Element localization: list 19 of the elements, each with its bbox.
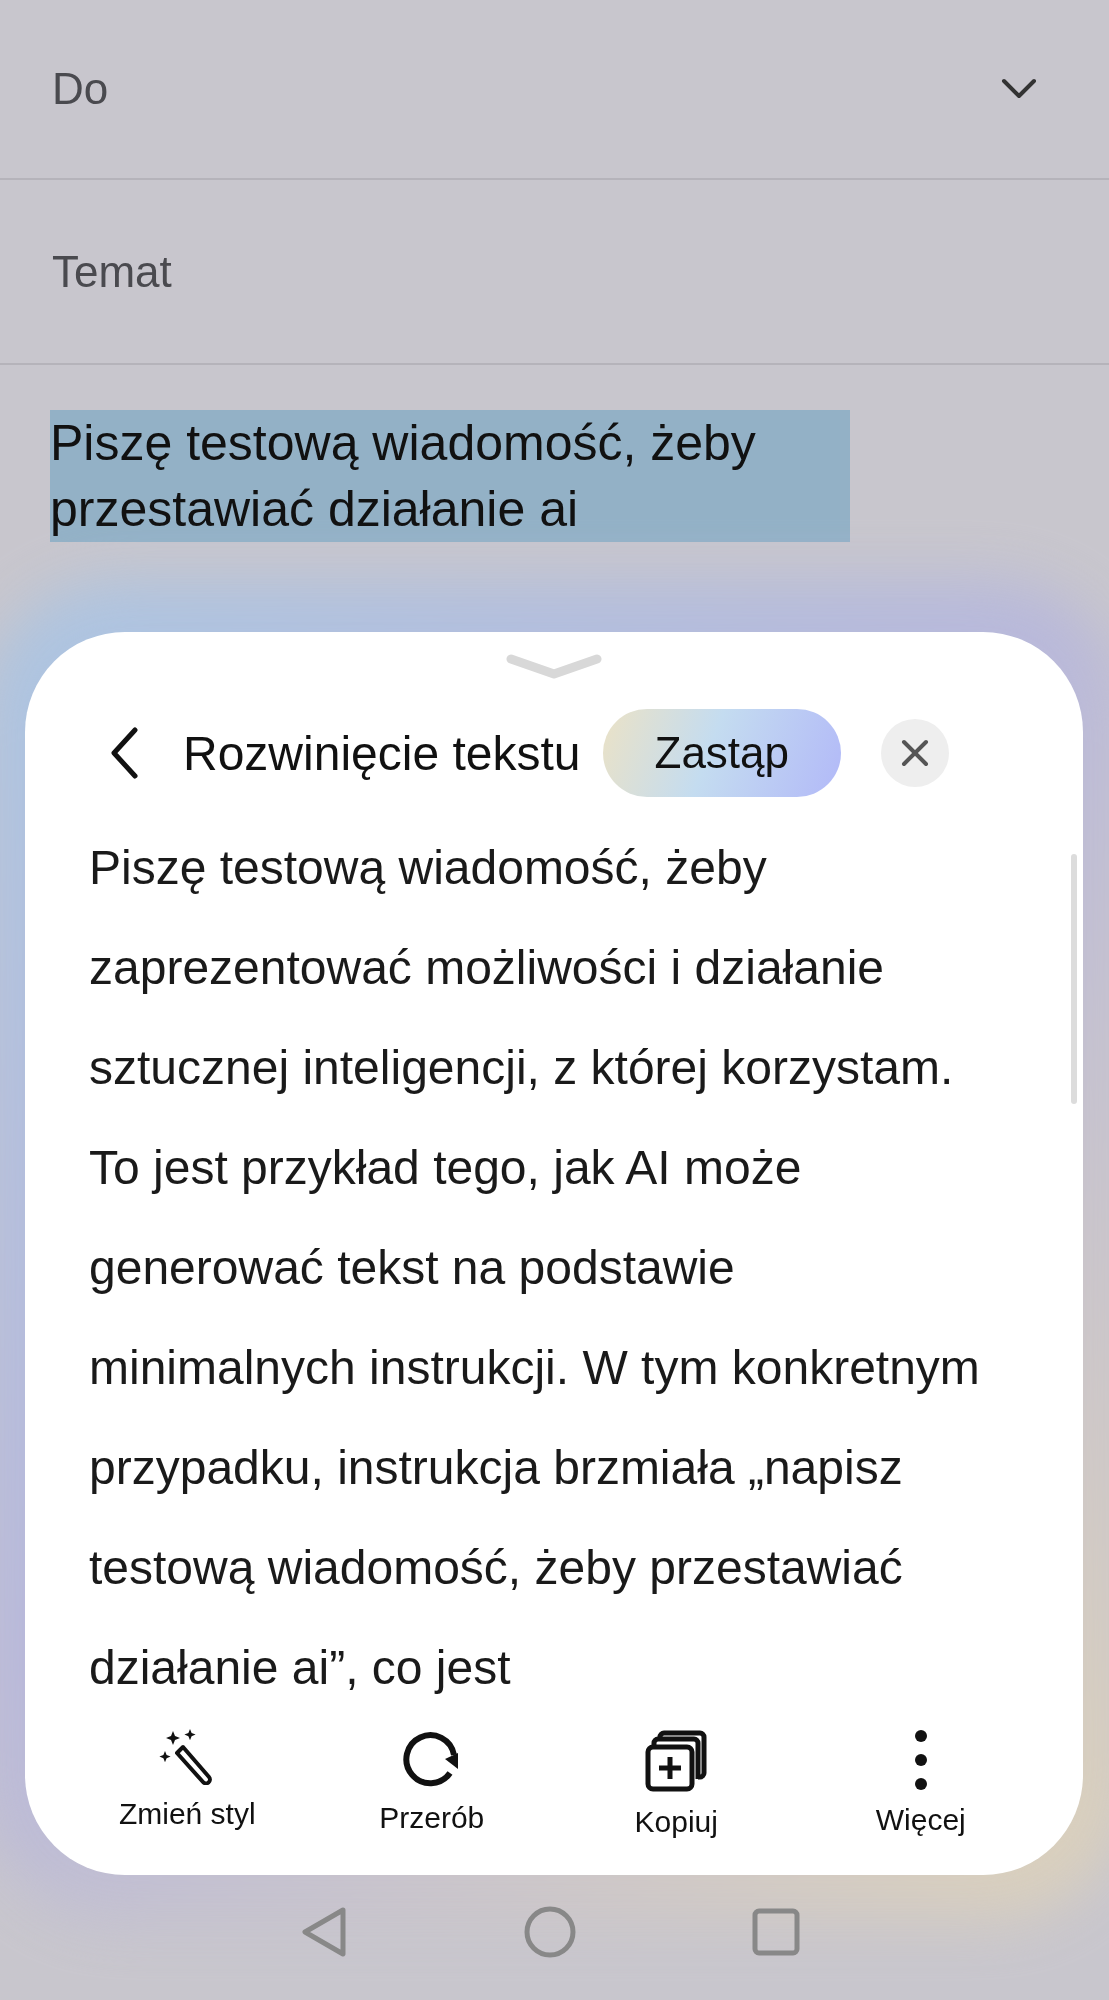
action-button[interactable]: Zmień styl <box>77 1729 298 1839</box>
to-field-label: Do <box>52 64 109 114</box>
home-nav-icon[interactable] <box>524 1906 576 1958</box>
subject-field-label: Temat <box>52 246 172 297</box>
back-icon[interactable] <box>109 727 139 779</box>
recents-nav-icon[interactable] <box>752 1908 800 1956</box>
replace-button[interactable]: Zastąp <box>602 709 841 797</box>
generated-text: Piszę testową wiadomość, żeby zaprezentować możliwości i działanie sztucznej inteligencji, z której korzystam. To jest przykład tego, jak AI może generować tekst na podstawie minimalnych instrukcji. W tym konkretnym przypadku, instrukcja brzmiała „napisz testową wiadomość, żeby przestawiać działanie ai”, co jest <box>89 840 981 1696</box>
copy-icon <box>644 1729 709 1793</box>
sheet-title: Rozwinięcie tekstu <box>183 725 581 781</box>
action-button[interactable]: Więcej <box>810 1729 1031 1839</box>
chevron-down-icon[interactable] <box>1001 78 1037 100</box>
drag-handle-icon[interactable] <box>506 654 602 680</box>
more-icon <box>913 1729 928 1791</box>
back-nav-icon[interactable] <box>300 1906 348 1958</box>
close-icon[interactable] <box>881 719 949 787</box>
action-button[interactable]: Przerób <box>321 1729 542 1839</box>
selected-text: Piszę testową wiadomość, żeby przestawiać działanie ai <box>50 410 850 542</box>
action-button[interactable]: Kopiuj <box>566 1729 787 1839</box>
